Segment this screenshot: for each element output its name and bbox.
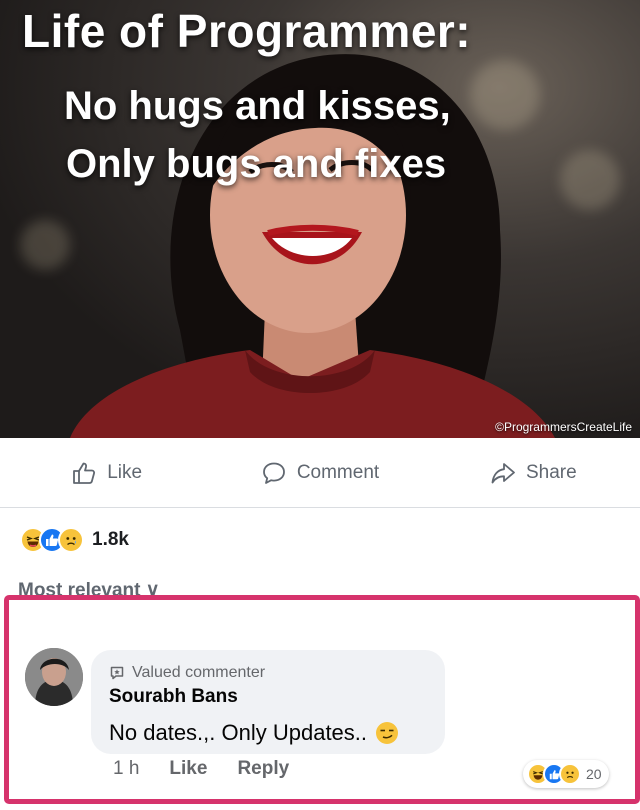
- comment-timestamp[interactable]: 1 h: [113, 758, 139, 780]
- comment-reactions[interactable]: 20: [523, 760, 609, 788]
- reaction-summary[interactable]: 1.8k: [20, 526, 129, 554]
- meme-caption-line-1: No hugs and kisses,: [64, 84, 451, 128]
- sad-icon: [58, 527, 84, 553]
- watermark: ©ProgrammersCreateLife: [495, 420, 632, 434]
- avatar-photo: [25, 648, 83, 706]
- badge-label: Valued commenter: [132, 664, 266, 681]
- meme-image: Life of Programmer: No hugs and kisses, …: [0, 0, 640, 438]
- thumbs-up-icon: [73, 462, 96, 484]
- comment-text-body: No dates.,. Only Updates..: [109, 720, 368, 745]
- portrait-illustration: [70, 54, 555, 438]
- share-button[interactable]: Share: [427, 446, 640, 500]
- divider: [0, 507, 640, 508]
- speech-badge-icon: [110, 666, 124, 680]
- smirk-emoji-icon: [375, 721, 399, 745]
- comment-button[interactable]: Comment: [213, 446, 426, 500]
- avatar[interactable]: [25, 648, 83, 706]
- share-label: Share: [525, 462, 577, 483]
- comment-like-button[interactable]: Like: [169, 758, 207, 780]
- highlighted-comment: Valued commenter Sourabh Bans No dates.,…: [4, 595, 640, 804]
- like-button[interactable]: Like: [0, 446, 213, 500]
- sad-icon: [559, 763, 581, 785]
- share-arrow-icon: [491, 463, 515, 484]
- comment-bubble: Valued commenter Sourabh Bans No dates.,…: [91, 650, 609, 788]
- valued-commenter-badge: Valued commenter: [109, 664, 265, 682]
- comment-bubble-icon: [262, 462, 285, 484]
- post-action-bar: Like Comment Share: [0, 446, 640, 500]
- comment-text: No dates.,. Only Updates..: [109, 720, 399, 746]
- comment-reaction-count: 20: [586, 766, 602, 782]
- reaction-count: 1.8k: [92, 529, 129, 550]
- meme-caption-line-2: Only bugs and fixes: [66, 142, 447, 186]
- comment-author[interactable]: Sourabh Bans: [109, 686, 238, 708]
- comment-label: Comment: [296, 462, 380, 483]
- comment-reply-button[interactable]: Reply: [237, 758, 289, 780]
- meme-title: Life of Programmer:: [22, 5, 472, 57]
- comment-meta: 1 h Like Reply: [113, 758, 289, 780]
- like-label: Like: [107, 462, 143, 483]
